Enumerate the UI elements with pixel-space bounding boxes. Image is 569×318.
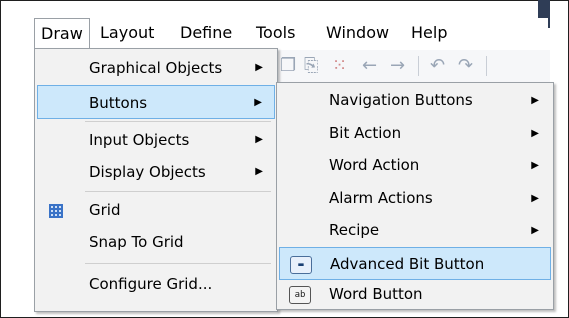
copy-icon[interactable]: ❐ — [280, 56, 296, 76]
submenu-arrow-icon: ▶ — [254, 97, 262, 108]
menu-item-label: Snap To Grid — [89, 233, 184, 251]
submenu-arrow-icon: ▶ — [255, 166, 263, 177]
menu-item-label: Buttons — [89, 94, 148, 112]
submenu-item-label: Advanced Bit Button — [330, 255, 485, 273]
undo-icon[interactable]: ↶ — [430, 56, 445, 76]
menu-item-grid[interactable]: Grid — [37, 193, 275, 227]
submenu-arrow-icon: ▶ — [255, 62, 263, 73]
menu-item-input-objects[interactable]: Input Objects ▶ — [37, 123, 275, 157]
menu-item-label: Graphical Objects — [89, 59, 223, 77]
submenu-item-word-button[interactable]: ab Word Button — [279, 278, 551, 311]
submenu-item-label: Recipe — [329, 221, 380, 239]
menu-item-buttons[interactable]: Buttons ▶ — [37, 85, 275, 119]
redo-icon[interactable]: ↷ — [458, 56, 473, 76]
grid-dots-icon[interactable]: ⁙ — [332, 56, 347, 76]
draw-menu: Graphical Objects ▶ Buttons ▶ Input Obje… — [34, 48, 278, 312]
menu-draw[interactable]: Draw — [34, 18, 90, 49]
submenu-item-bit-action[interactable]: Bit Action ▶ — [279, 117, 551, 150]
arrow-right-icon[interactable]: → — [390, 56, 405, 76]
menu-item-label: Input Objects — [89, 131, 190, 149]
submenu-item-label: Bit Action — [329, 124, 402, 142]
submenu-arrow-icon: ▶ — [255, 134, 263, 145]
toolbar: ❐ ⎘ ⁙ ← → ↶ ↷ — [268, 50, 550, 82]
submenu-item-label: Word Action — [329, 156, 420, 174]
toolbar-separator — [418, 56, 419, 76]
submenu-item-label: Word Button — [329, 285, 423, 303]
buttons-submenu: Navigation Buttons ▶ Bit Action ▶ Word A… — [276, 82, 554, 310]
menu-item-snap-to-grid[interactable]: Snap To Grid — [37, 225, 275, 259]
menu-item-label: Configure Grid... — [89, 275, 213, 293]
menu-separator — [85, 121, 271, 122]
menu-tools[interactable]: Tools — [256, 22, 295, 44]
menu-window[interactable]: Window — [326, 22, 389, 44]
submenu-item-word-action[interactable]: Word Action ▶ — [279, 149, 551, 182]
submenu-item-alarm-actions[interactable]: Alarm Actions ▶ — [279, 182, 551, 215]
menu-separator — [85, 263, 271, 264]
submenu-item-recipe[interactable]: Recipe ▶ — [279, 214, 551, 247]
submenu-arrow-icon: ▶ — [531, 193, 539, 204]
grid-icon — [49, 204, 63, 218]
toolbar-separator — [486, 56, 487, 76]
arrow-left-icon[interactable]: ← — [362, 56, 377, 76]
menu-item-label: Display Objects — [89, 163, 206, 181]
menu-help[interactable]: Help — [411, 22, 447, 44]
submenu-item-label: Navigation Buttons — [329, 91, 473, 109]
submenu-item-advanced-bit-button[interactable]: ▬ Advanced Bit Button — [279, 247, 551, 280]
advanced-bit-button-icon: ▬ — [290, 256, 312, 274]
submenu-arrow-icon: ▶ — [531, 128, 539, 139]
menu-bar: Draw Layout Define Tools Window Help — [18, 18, 548, 49]
menu-item-graphical-objects[interactable]: Graphical Objects ▶ — [37, 51, 275, 85]
menu-define[interactable]: Define — [180, 22, 232, 44]
submenu-item-label: Alarm Actions — [329, 189, 433, 207]
word-button-icon: ab — [289, 286, 311, 304]
menu-item-display-objects[interactable]: Display Objects ▶ — [37, 155, 275, 189]
paste-icon[interactable]: ⎘ — [304, 56, 318, 76]
submenu-arrow-icon: ▶ — [531, 225, 539, 236]
submenu-item-navigation-buttons[interactable]: Navigation Buttons ▶ — [279, 84, 551, 117]
menu-separator — [85, 191, 271, 192]
submenu-arrow-icon: ▶ — [531, 160, 539, 171]
submenu-arrow-icon: ▶ — [531, 95, 539, 106]
menu-item-configure-grid[interactable]: Configure Grid... — [37, 267, 275, 301]
menu-item-label: Grid — [89, 201, 121, 219]
menu-layout[interactable]: Layout — [100, 22, 154, 44]
